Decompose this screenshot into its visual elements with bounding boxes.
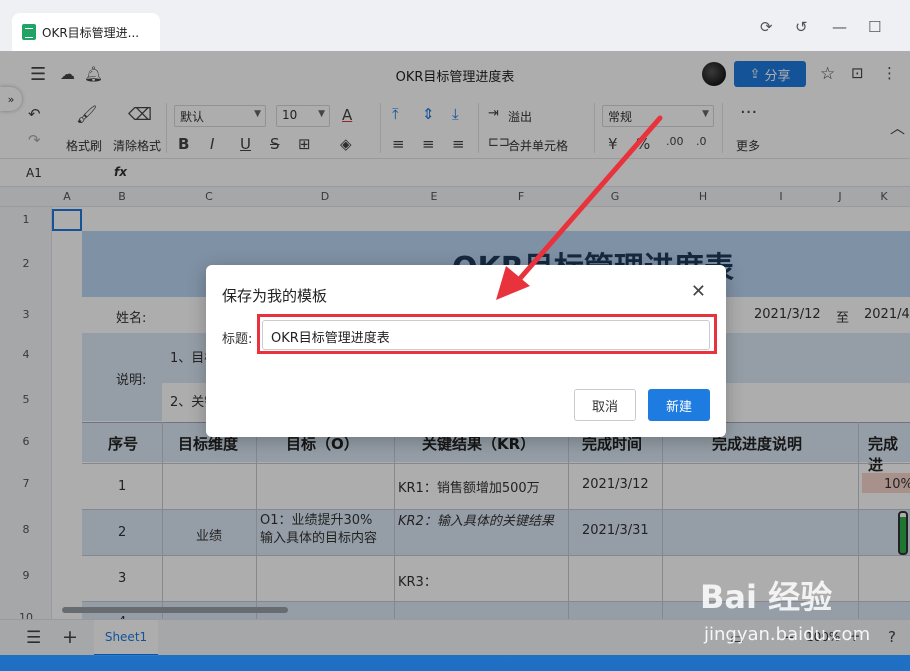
highlight-box xyxy=(257,314,717,354)
watermark-url: jingyan.baidu.com xyxy=(704,624,871,645)
watermark-logo: Bai 经验 xyxy=(700,578,833,616)
close-icon[interactable]: ✕ xyxy=(691,281,706,302)
tab-okr[interactable]: OKR目标管理进... xyxy=(12,13,160,51)
browser-window: OKR目标管理进... ⟳ ↺ — ☐ ☰ ☁ 🔔︎ OKR目标管理进度表 ⇪ … xyxy=(0,0,910,656)
maximize-icon[interactable]: ☐ xyxy=(868,18,881,36)
spreadsheet-icon xyxy=(22,24,36,40)
history-icon[interactable]: ↺ xyxy=(795,18,808,36)
refresh-icon[interactable]: ⟳ xyxy=(760,18,773,36)
title-label: 标题: xyxy=(222,332,253,347)
minimize-icon[interactable]: — xyxy=(832,18,847,36)
tab-bar: OKR目标管理进... ⟳ ↺ — ☐ xyxy=(0,0,910,51)
dialog-title: 保存为我的模板 xyxy=(222,287,328,305)
cancel-button[interactable]: 取消 xyxy=(574,389,636,421)
create-button[interactable]: 新建 xyxy=(648,389,710,421)
save-template-dialog: 保存为我的模板 ✕ 标题: OKR目标管理进度表 取消 新建 xyxy=(206,265,726,437)
tab-title: OKR目标管理进... xyxy=(42,25,140,40)
